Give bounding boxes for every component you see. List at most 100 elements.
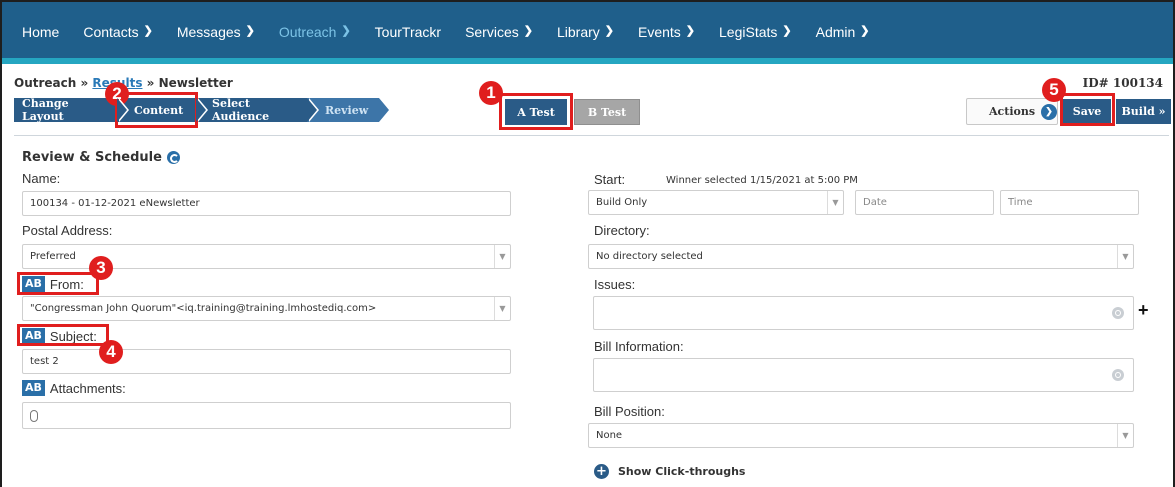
nav-contacts[interactable]: Contacts ❯ bbox=[71, 2, 164, 64]
callout-badge-4: 4 bbox=[99, 340, 123, 364]
subject-value: test 2 bbox=[30, 356, 59, 367]
paperclip-icon[interactable] bbox=[30, 409, 38, 422]
refresh-icon[interactable] bbox=[166, 151, 180, 164]
nav-label: Admin bbox=[815, 24, 856, 40]
date-placeholder: Date bbox=[863, 197, 887, 208]
subject-input[interactable]: test 2 bbox=[22, 349, 511, 374]
dropdown-arrow-icon: ▼ bbox=[494, 245, 510, 268]
click-through-label: Show Click-throughs bbox=[618, 465, 746, 478]
nav-services[interactable]: Services ❯ bbox=[453, 2, 545, 64]
highlight-from bbox=[17, 272, 99, 295]
search-icon[interactable] bbox=[1112, 369, 1124, 381]
ab-tag: AB bbox=[22, 380, 45, 396]
bill-information-label: Bill Information: bbox=[594, 339, 684, 354]
header-divider bbox=[14, 135, 1169, 136]
dropdown-arrow-icon: ▼ bbox=[494, 297, 510, 320]
start-select[interactable]: Build Only ▼ bbox=[588, 190, 844, 215]
nav-label: TourTrackr bbox=[374, 24, 442, 40]
nav-label: Services bbox=[465, 24, 519, 40]
plus-circle-icon: + bbox=[594, 464, 609, 479]
build-label: Build » bbox=[1121, 105, 1166, 118]
nav-events[interactable]: Events ❯ bbox=[626, 2, 707, 64]
top-nav: Home Contacts ❯ Messages ❯ Outreach ❯ TourT… bbox=[2, 2, 1173, 64]
search-icon[interactable] bbox=[1112, 307, 1124, 319]
winner-note: Winner selected 1/15/2021 at 5:00 PM bbox=[666, 175, 858, 186]
section-title-text: Review & Schedule bbox=[22, 150, 162, 165]
time-placeholder: Time bbox=[1008, 197, 1033, 208]
chevron-down-icon: ❯ bbox=[685, 25, 696, 37]
step-label: Review bbox=[325, 103, 369, 117]
directory-select[interactable]: No directory selected ▼ bbox=[588, 244, 1134, 269]
step-select-audience[interactable]: Select Audience bbox=[196, 97, 319, 123]
b-test-tab[interactable]: B Test bbox=[574, 99, 640, 125]
step-label: Change Layout bbox=[22, 97, 69, 123]
chevron-down-icon: ❯ bbox=[860, 25, 870, 37]
dropdown-arrow-icon: ▼ bbox=[827, 191, 843, 214]
dropdown-arrow-icon: ▼ bbox=[1117, 424, 1133, 447]
nav-accent-bar bbox=[2, 58, 1173, 64]
app-frame: Home Contacts ❯ Messages ❯ Outreach ❯ TourT… bbox=[0, 0, 1175, 487]
from-select[interactable]: "Congressman John Quorum"<iq.training@tr… bbox=[22, 296, 511, 321]
chevron-down-icon: ❯ bbox=[523, 25, 533, 37]
name-input[interactable]: 100134 - 01-12-2021 eNewsletter bbox=[22, 191, 511, 216]
nav-label: Home bbox=[22, 24, 60, 40]
nav-tourtrackr[interactable]: TourTrackr bbox=[363, 2, 453, 64]
nav-label: Messages bbox=[176, 24, 241, 40]
directory-label: Directory: bbox=[594, 223, 650, 238]
issues-input[interactable] bbox=[593, 296, 1134, 330]
b-test-label: B Test bbox=[587, 105, 627, 119]
step-label: Select Audience bbox=[212, 97, 270, 123]
directory-value: No directory selected bbox=[596, 251, 703, 262]
start-value: Build Only bbox=[596, 197, 648, 208]
bill-position-label: Bill Position: bbox=[594, 404, 665, 419]
nav-label: Events bbox=[637, 24, 681, 40]
attachments-field[interactable] bbox=[22, 402, 511, 429]
chevron-down-icon: ❯ bbox=[143, 25, 153, 37]
chevron-down-icon: ❯ bbox=[1041, 103, 1057, 120]
build-button[interactable]: Build » bbox=[1116, 99, 1171, 124]
name-label: Name: bbox=[22, 171, 61, 186]
bill-information-input[interactable] bbox=[593, 358, 1134, 392]
actions-dropdown[interactable]: Actions ❯ bbox=[966, 98, 1058, 125]
postal-address-label: Postal Address: bbox=[22, 223, 113, 238]
step-change-layout[interactable]: Change Layout bbox=[14, 97, 129, 123]
dropdown-arrow-icon: ▼ bbox=[1117, 245, 1133, 268]
nav-label: Outreach bbox=[278, 24, 337, 40]
callout-badge-1: 1 bbox=[479, 81, 503, 105]
from-value: "Congressman John Quorum"<iq.training@tr… bbox=[30, 303, 377, 314]
chevron-down-icon: ❯ bbox=[341, 25, 351, 37]
issues-label: Issues: bbox=[594, 277, 636, 292]
nav-admin[interactable]: Admin ❯ bbox=[804, 2, 882, 64]
name-value: 100134 - 01-12-2021 eNewsletter bbox=[30, 198, 200, 209]
nav-outreach[interactable]: Outreach ❯ bbox=[267, 2, 363, 64]
record-id: ID# 100134 bbox=[1082, 76, 1163, 90]
chevron-down-icon: ❯ bbox=[245, 25, 255, 37]
chevron-down-icon: ❯ bbox=[782, 25, 792, 37]
breadcrumb-newsletter: » Newsletter bbox=[142, 76, 233, 90]
nav-library[interactable]: Library ❯ bbox=[545, 2, 626, 64]
section-title: Review & Schedule bbox=[22, 150, 180, 165]
show-click-throughs[interactable]: + Show Click-throughs bbox=[594, 464, 745, 479]
nav-home[interactable]: Home bbox=[10, 2, 71, 64]
nav-label: Contacts bbox=[83, 24, 139, 40]
attachments-label-text: Attachments: bbox=[49, 380, 126, 396]
nav-legistats[interactable]: LegiStats ❯ bbox=[707, 2, 804, 64]
add-issue-button[interactable]: + bbox=[1138, 300, 1149, 321]
start-label: Start: bbox=[594, 172, 626, 187]
callout-badge-3: 3 bbox=[89, 256, 113, 280]
chevron-down-icon: ❯ bbox=[604, 25, 614, 37]
attachments-label: AB Attachments: bbox=[22, 380, 126, 396]
highlight-save bbox=[1060, 93, 1115, 126]
highlight-subject bbox=[17, 324, 109, 346]
bill-position-select[interactable]: None ▼ bbox=[588, 423, 1134, 448]
time-input[interactable]: Time bbox=[1000, 190, 1139, 215]
nav-label: Library bbox=[556, 24, 600, 40]
postal-value: Preferred bbox=[30, 251, 76, 262]
breadcrumb-outreach: Outreach » bbox=[14, 76, 93, 90]
wizard-steps: Change Layout Content Select Audience Re… bbox=[14, 97, 391, 123]
highlight-a-test bbox=[499, 93, 573, 130]
nav-label: LegiStats bbox=[719, 24, 778, 40]
nav-messages[interactable]: Messages ❯ bbox=[165, 2, 267, 64]
callout-badge-5: 5 bbox=[1042, 78, 1066, 102]
date-input[interactable]: Date bbox=[855, 190, 994, 215]
